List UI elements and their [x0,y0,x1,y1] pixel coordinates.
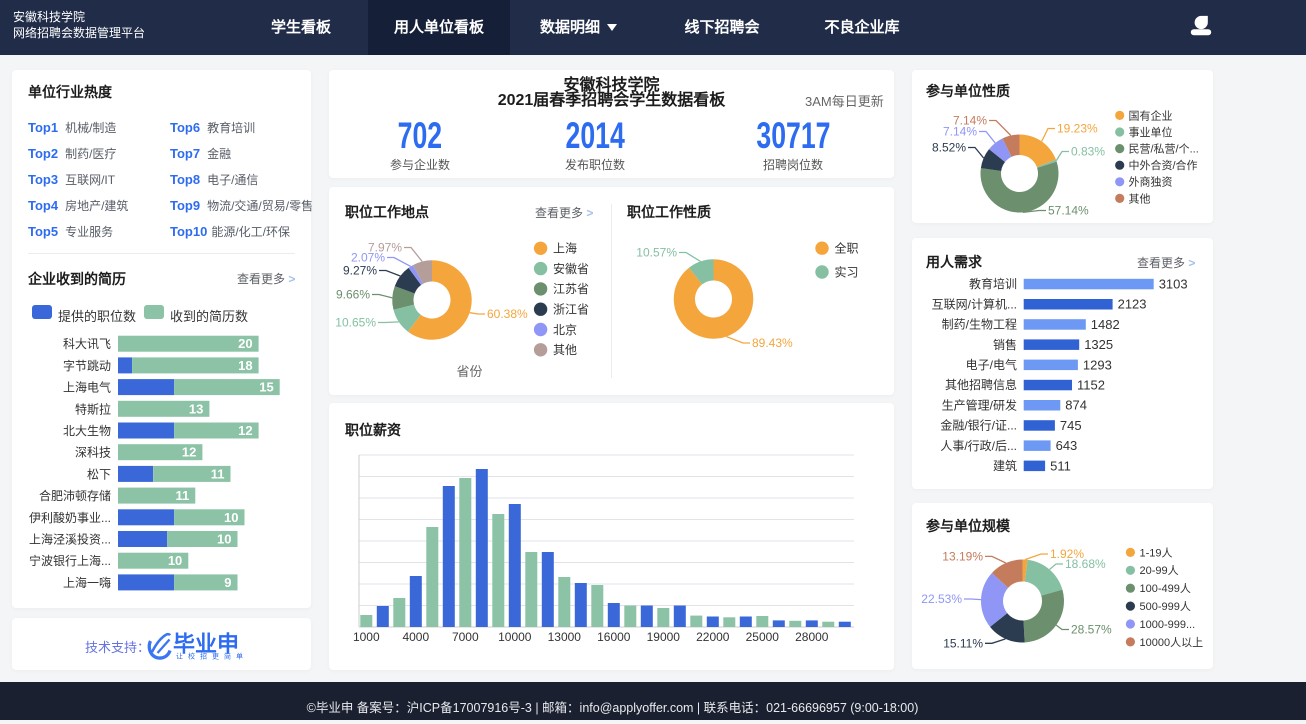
svg-text:10: 10 [168,553,182,568]
svg-text:57.14%: 57.14% [1048,204,1089,218]
svg-text:中外合资/合作: 中外合资/合作 [1129,158,1198,172]
svg-text:15: 15 [259,380,273,395]
svg-text:浙江省: 浙江省 [553,303,589,317]
svg-text:让校招更简单: 让校招更简单 [176,652,248,661]
svg-text:10: 10 [224,510,238,525]
svg-text:745: 745 [1060,418,1082,433]
svg-text:电子/电气: 电子/电气 [966,357,1017,372]
svg-text:1152: 1152 [1077,378,1105,393]
svg-text:全职: 全职 [835,241,859,256]
svg-text:20-99人: 20-99人 [1140,564,1179,577]
svg-text:9.27%: 9.27% [343,264,377,278]
svg-text:13.19%: 13.19% [942,550,983,564]
svg-text:13000: 13000 [548,630,582,644]
svg-text:外商独资: 外商独资 [1129,175,1173,189]
svg-text:上海: 上海 [553,241,577,256]
svg-text:互联网/计算机...: 互联网/计算机... [932,296,1017,311]
svg-text:建筑: 建筑 [993,458,1017,473]
svg-text:特斯拉: 特斯拉 [75,401,111,416]
svg-text:事业单位: 事业单位 [1129,125,1173,139]
svg-text:深科技: 深科技 [75,446,111,460]
svg-text:4000: 4000 [402,630,429,644]
svg-text:北京: 北京 [553,323,577,337]
svg-text:1293: 1293 [1083,357,1112,372]
svg-text:2123: 2123 [1118,297,1147,312]
svg-text:18: 18 [238,358,252,373]
svg-text:伊利酸奶事业...: 伊利酸奶事业... [29,510,111,525]
svg-text:合肥沛顿存储: 合肥沛顿存储 [39,488,111,503]
svg-text:11: 11 [211,466,225,481]
svg-text:9: 9 [224,575,231,590]
svg-text:制药/生物工程: 制药/生物工程 [942,317,1017,332]
svg-text:生产管理/研发: 生产管理/研发 [942,397,1017,412]
svg-text:民营/私营/个...: 民营/私营/个... [1129,142,1199,156]
svg-text:10.65%: 10.65% [335,316,376,330]
svg-text:江苏省: 江苏省 [553,282,589,296]
svg-text:1-19人: 1-19人 [1140,546,1173,559]
svg-text:20: 20 [238,336,252,351]
svg-text:其他: 其他 [553,343,577,357]
svg-text:10.57%: 10.57% [636,246,677,260]
svg-text:销售: 销售 [993,337,1017,352]
svg-text:28000: 28000 [795,630,829,644]
svg-text:人事/行政/后...: 人事/行政/后... [940,439,1017,453]
svg-text:7.14%: 7.14% [953,114,987,128]
svg-text:22.53%: 22.53% [921,592,962,606]
svg-text:643: 643 [1056,438,1078,453]
svg-text:10000: 10000 [498,630,532,644]
svg-text:12: 12 [238,423,252,438]
svg-text:15.11%: 15.11% [943,637,983,651]
svg-text:874: 874 [1065,398,1087,413]
svg-text:1482: 1482 [1091,317,1120,332]
svg-text:北大生物: 北大生物 [63,424,111,438]
svg-text:7000: 7000 [452,630,479,644]
svg-text:511: 511 [1050,458,1071,473]
svg-text:上海泾溪投资...: 上海泾溪投资... [29,532,111,547]
svg-text:100-499人: 100-499人 [1140,582,1191,595]
svg-text:28.57%: 28.57% [1071,623,1112,637]
svg-text:省份: 省份 [456,364,482,379]
svg-text:8.52%: 8.52% [932,141,966,155]
svg-text:1000: 1000 [353,630,380,644]
svg-text:19.23%: 19.23% [1057,122,1098,136]
svg-text:1000-999...: 1000-999... [1140,619,1196,631]
svg-text:金融/银行/证...: 金融/银行/证... [940,418,1017,433]
svg-text:0.83%: 0.83% [1071,145,1105,159]
svg-text:16000: 16000 [597,630,631,644]
svg-text:教育培训: 教育培训 [969,276,1017,291]
svg-text:1325: 1325 [1084,337,1113,352]
svg-text:25000: 25000 [746,630,780,644]
svg-text:18.68%: 18.68% [1065,557,1106,571]
svg-text:89.43%: 89.43% [752,336,793,350]
svg-text:10: 10 [217,532,231,547]
svg-text:10000人以上: 10000人以上 [1140,636,1204,649]
svg-text:9.66%: 9.66% [336,288,370,302]
svg-text:国有企业: 国有企业 [1129,108,1173,122]
svg-text:宁波银行上海...: 宁波银行上海... [29,553,111,568]
svg-text:其他: 其他 [1129,192,1151,205]
svg-text:7.97%: 7.97% [368,241,402,255]
svg-text:松下: 松下 [87,467,111,481]
svg-text:19000: 19000 [647,630,681,644]
svg-text:科大讯飞: 科大讯飞 [63,337,111,351]
svg-text:3103: 3103 [1159,277,1188,292]
svg-text:上海一嗨: 上海一嗨 [63,575,111,590]
svg-text:13: 13 [189,401,203,416]
svg-text:实习: 实习 [835,264,859,279]
svg-text:安徽省: 安徽省 [553,261,589,276]
svg-text:字节跳动: 字节跳动 [63,358,111,373]
svg-text:其他招聘信息: 其他招聘信息 [945,377,1017,392]
svg-text:500-999人: 500-999人 [1140,600,1191,613]
svg-text:22000: 22000 [696,630,730,644]
svg-text:上海电气: 上海电气 [63,380,111,395]
svg-text:60.38%: 60.38% [487,307,528,321]
svg-text:12: 12 [182,445,196,460]
svg-text:11: 11 [176,488,190,503]
